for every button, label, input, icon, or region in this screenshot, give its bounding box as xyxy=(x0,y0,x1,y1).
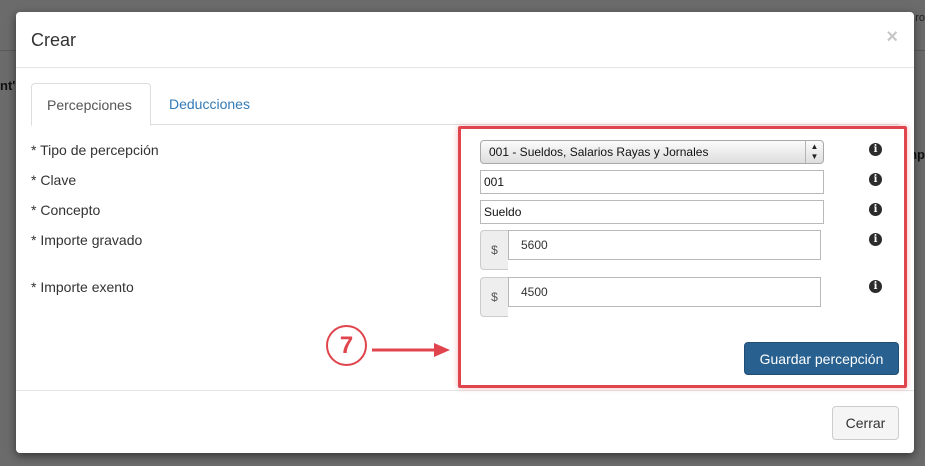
annotation-arrow-icon xyxy=(372,343,450,357)
step-number-badge: 7 xyxy=(326,325,367,366)
tab-deducciones[interactable]: Deducciones xyxy=(154,83,265,125)
modal-header: Crear × xyxy=(16,12,914,68)
tab-bar: Percepciones Deducciones xyxy=(31,83,899,126)
annotation-highlight-box xyxy=(458,126,907,388)
cerrar-button[interactable]: Cerrar xyxy=(832,406,899,440)
tab-percepciones[interactable]: Percepciones xyxy=(31,83,151,126)
clave-label: * Clave xyxy=(31,172,77,188)
modal-footer: Cerrar xyxy=(16,390,914,453)
tipo-percepcion-label: * Tipo de percepción xyxy=(31,142,159,158)
modal-title: Crear xyxy=(31,30,77,50)
background-header-fragment: ro xyxy=(915,12,925,24)
importe-gravado-label: * Importe gravado xyxy=(31,232,143,248)
close-icon[interactable]: × xyxy=(886,26,898,49)
concepto-label: * Concepto xyxy=(31,202,101,218)
importe-exento-label: * Importe exento xyxy=(31,279,134,295)
